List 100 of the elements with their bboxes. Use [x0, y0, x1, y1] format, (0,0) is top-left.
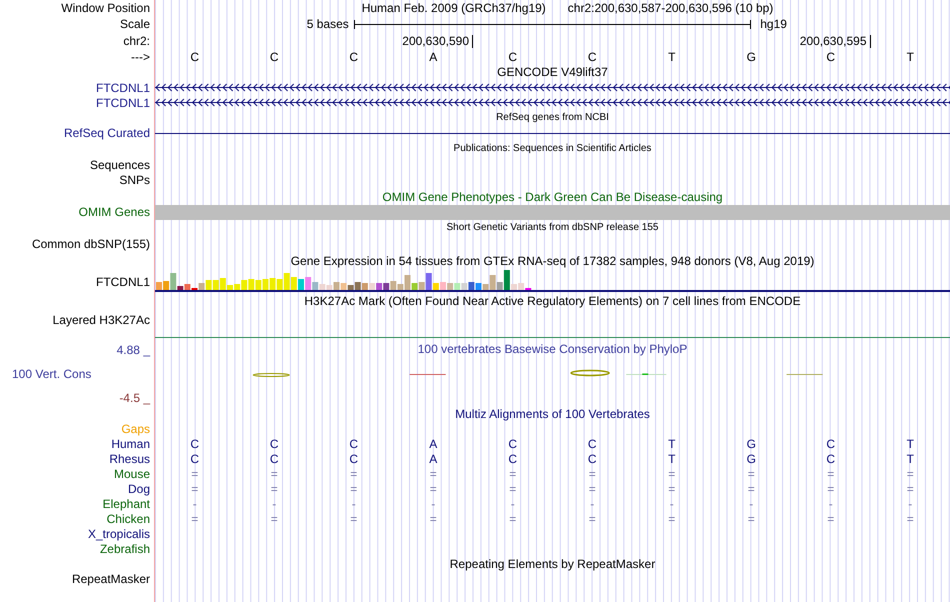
- sequence-base: C: [508, 50, 518, 64]
- gene-label[interactable]: FTCDNL1: [96, 275, 150, 292]
- track-title: H3K27Ac Mark (Often Found Near Active Regulatory Elements) on 7 cell lines from ENCODE: [304, 294, 801, 308]
- alignment-base: -: [590, 496, 594, 510]
- track-label[interactable]: Sequences: [90, 158, 150, 172]
- alignment-base: -: [272, 496, 276, 510]
- track-title: Publications: Sequences in Scientific Articles: [454, 142, 652, 156]
- alignment-base: A: [429, 452, 438, 466]
- alignment-base: C: [588, 452, 597, 466]
- track-label[interactable]: Common dbSNP(155): [32, 237, 150, 251]
- species-label[interactable]: Dog: [128, 482, 150, 496]
- track-title: OMIM Gene Phenotypes - Dark Green Can Be Disease-causing: [382, 190, 723, 204]
- alignment-base: =: [668, 466, 676, 480]
- coordinate-label: 200,630,595: [800, 34, 870, 48]
- alignment-base: C: [190, 436, 200, 450]
- alignment-base: =: [906, 482, 914, 496]
- axis-min-label: -4.5 _: [119, 391, 150, 405]
- alignment-base: =: [906, 512, 914, 526]
- alignment-base: =: [350, 512, 358, 526]
- track-label[interactable]: Layered H3K27Ac: [52, 313, 150, 337]
- alignment-base: =: [270, 482, 278, 496]
- alignment-base: =: [270, 512, 278, 526]
- strand-label: --->: [131, 50, 150, 64]
- species-label[interactable]: Rhesus: [109, 452, 150, 466]
- alignment-base: =: [748, 482, 755, 496]
- row-label: Window Position: [61, 0, 150, 14]
- alignment-base: =: [668, 482, 676, 496]
- alignment-base: =: [191, 482, 198, 496]
- alignment-base: C: [349, 436, 358, 450]
- track-title: RefSeq genes from NCBI: [496, 110, 609, 124]
- alignment-base: =: [668, 512, 676, 526]
- species-label[interactable]: X_tropicalis: [88, 526, 150, 540]
- track-label[interactable]: OMIM Genes: [78, 205, 150, 219]
- alignment-base: T: [668, 436, 676, 450]
- alignment-base: =: [430, 466, 437, 480]
- species-label[interactable]: Elephant: [102, 496, 150, 510]
- axis-max-label: 4.88 _: [116, 343, 150, 357]
- track-title: 100 vertebrates Basewise Conservation by PhyloP: [418, 342, 688, 356]
- alignment-base: C: [270, 452, 279, 466]
- alignment-base: =: [191, 512, 198, 526]
- assembly-label: hg19: [759, 17, 787, 31]
- assembly-name: Human Feb. 2009 (GRCh37/hg19): [362, 0, 546, 14]
- alignment-base: C: [508, 452, 518, 466]
- alignment-base: C: [826, 436, 836, 450]
- species-label[interactable]: Chicken: [106, 512, 150, 526]
- alignment-base: T: [906, 452, 914, 466]
- alignment-base: =: [350, 466, 358, 480]
- alignment-base: =: [509, 466, 516, 480]
- alignment-base: C: [826, 452, 836, 466]
- track-label[interactable]: 100 Vert. Cons: [0, 367, 92, 381]
- coordinate-label: 200,630,590: [402, 34, 473, 48]
- alignment-base: C: [588, 436, 597, 450]
- track-title: Repeating Elements by RepeatMasker: [450, 556, 656, 570]
- sequence-base: G: [746, 50, 756, 64]
- species-label[interactable]: Mouse: [114, 466, 150, 480]
- alignment-base: =: [270, 466, 278, 480]
- track-label[interactable]: RepeatMasker: [72, 571, 150, 586]
- track-label[interactable]: SNPs: [119, 173, 150, 187]
- alignment-base: =: [748, 512, 755, 526]
- alignment-base: =: [430, 512, 437, 526]
- alignment-base: -: [908, 496, 912, 510]
- track-title: GENCODE V49lift37: [497, 65, 608, 79]
- species-label[interactable]: Zebrafish: [100, 542, 150, 556]
- alignment-base: -: [510, 496, 515, 510]
- species-label[interactable]: Human: [111, 436, 150, 450]
- alignment-base: =: [748, 466, 755, 480]
- track-label[interactable]: RefSeq Curated: [64, 126, 150, 140]
- track-title: Gene Expression in 54 tissues from GTEx RNA-seq of 17382 samples, 948 donors (V8, Aug 2019): [290, 254, 814, 268]
- alignment-base: -: [352, 496, 356, 510]
- alignment-base: =: [906, 466, 914, 480]
- alignment-base: G: [746, 452, 756, 466]
- gene-label[interactable]: FTCDNL1: [96, 80, 150, 94]
- alignment-base: -: [749, 496, 754, 510]
- position-range: chr2:200,630,587-200,630,596 (10 bp): [568, 0, 774, 14]
- row-label: chr2:: [123, 34, 150, 48]
- sequence-base: C: [270, 50, 279, 64]
- alignment-base: T: [906, 436, 914, 450]
- alignment-base: =: [827, 512, 834, 526]
- alignment-base: =: [588, 512, 596, 526]
- scale-span-label: 5 bases: [306, 17, 350, 31]
- alignment-base: C: [190, 452, 200, 466]
- alignment-base: C: [270, 436, 279, 450]
- alignment-base: =: [430, 482, 437, 496]
- alignment-base: -: [670, 496, 674, 510]
- alignment-base: =: [191, 466, 198, 480]
- alignment-base: =: [827, 482, 834, 496]
- sequence-base: T: [906, 50, 914, 64]
- alignment-base: =: [509, 482, 516, 496]
- sequence-base: C: [349, 50, 358, 64]
- alignment-base: =: [827, 466, 834, 480]
- alignment-base: C: [508, 436, 518, 450]
- sequence-base: C: [190, 50, 200, 64]
- alignment-base: A: [429, 436, 438, 450]
- track-title: Short Genetic Variants from dbSNP release 155: [446, 221, 658, 235]
- sequence-base: C: [826, 50, 836, 64]
- alignment-base: =: [588, 466, 596, 480]
- gene-label[interactable]: FTCDNL1: [96, 96, 150, 110]
- sequence-base: C: [588, 50, 597, 64]
- row-label: Scale: [120, 17, 150, 31]
- alignment-base: G: [746, 436, 756, 450]
